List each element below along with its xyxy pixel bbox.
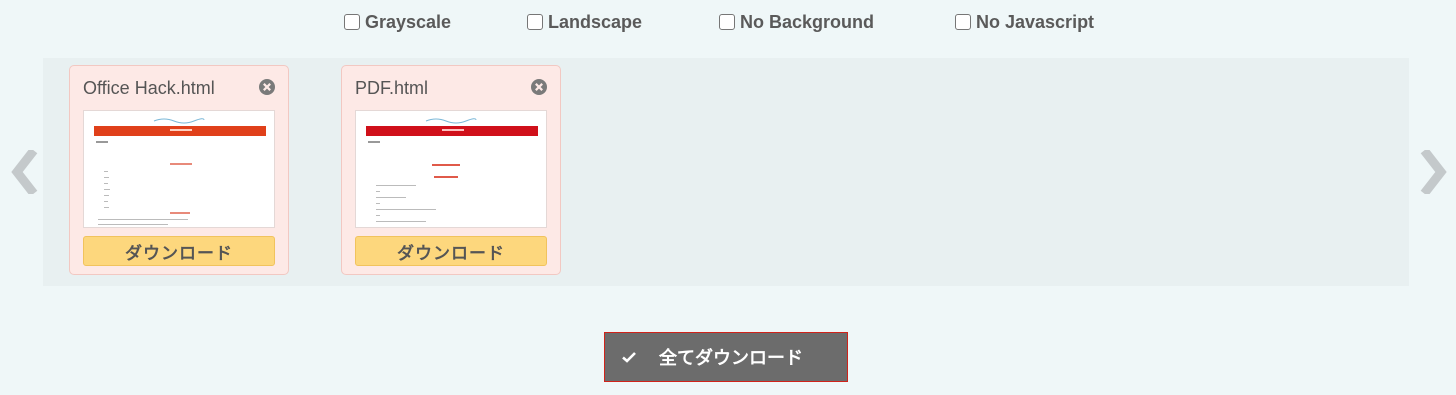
download-all-label: 全てダウンロード — [659, 348, 803, 368]
checkbox-box[interactable] — [344, 14, 360, 30]
file-thumbnail[interactable] — [83, 110, 275, 228]
no-background-checkbox[interactable]: No Background — [719, 10, 874, 34]
checkbox-box[interactable] — [527, 14, 543, 30]
file-card: PDF.html ダウンロード — [341, 65, 561, 275]
landscape-checkbox[interactable]: Landscape — [527, 10, 642, 34]
file-card: Office Hack.html ダウンロード — [69, 65, 289, 275]
download-all-button[interactable]: 全てダウンロード — [604, 332, 848, 382]
no-javascript-checkbox[interactable]: No Javascript — [955, 10, 1094, 34]
grayscale-checkbox[interactable]: Grayscale — [344, 10, 451, 34]
grayscale-label: Grayscale — [365, 11, 452, 32]
options-bar: Grayscale Landscape No Background No Jav… — [0, 10, 1456, 34]
carousel-prev-button[interactable] — [4, 146, 44, 198]
close-circle-icon[interactable] — [530, 78, 548, 96]
no-background-label: No Background — [740, 11, 875, 32]
file-name: PDF.html — [355, 78, 429, 98]
download-button[interactable]: ダウンロード — [83, 236, 275, 266]
chevron-right-icon — [1420, 150, 1447, 194]
no-javascript-label: No Javascript — [976, 11, 1095, 32]
download-button[interactable]: ダウンロード — [355, 236, 547, 266]
page-preview-image — [366, 118, 538, 222]
chevron-left-icon — [11, 150, 38, 194]
landscape-label: Landscape — [548, 11, 643, 32]
file-thumbnail[interactable] — [355, 110, 547, 228]
checkbox-box[interactable] — [719, 14, 735, 30]
page-preview-image — [94, 118, 266, 225]
checkbox-box[interactable] — [955, 14, 971, 30]
file-carousel: Office Hack.html ダウンロード PDF.html ダウンロード — [43, 58, 1409, 286]
file-name: Office Hack.html — [83, 78, 215, 98]
checkmark-icon — [622, 352, 636, 363]
close-circle-icon[interactable] — [258, 78, 276, 96]
carousel-next-button[interactable] — [1414, 146, 1454, 198]
